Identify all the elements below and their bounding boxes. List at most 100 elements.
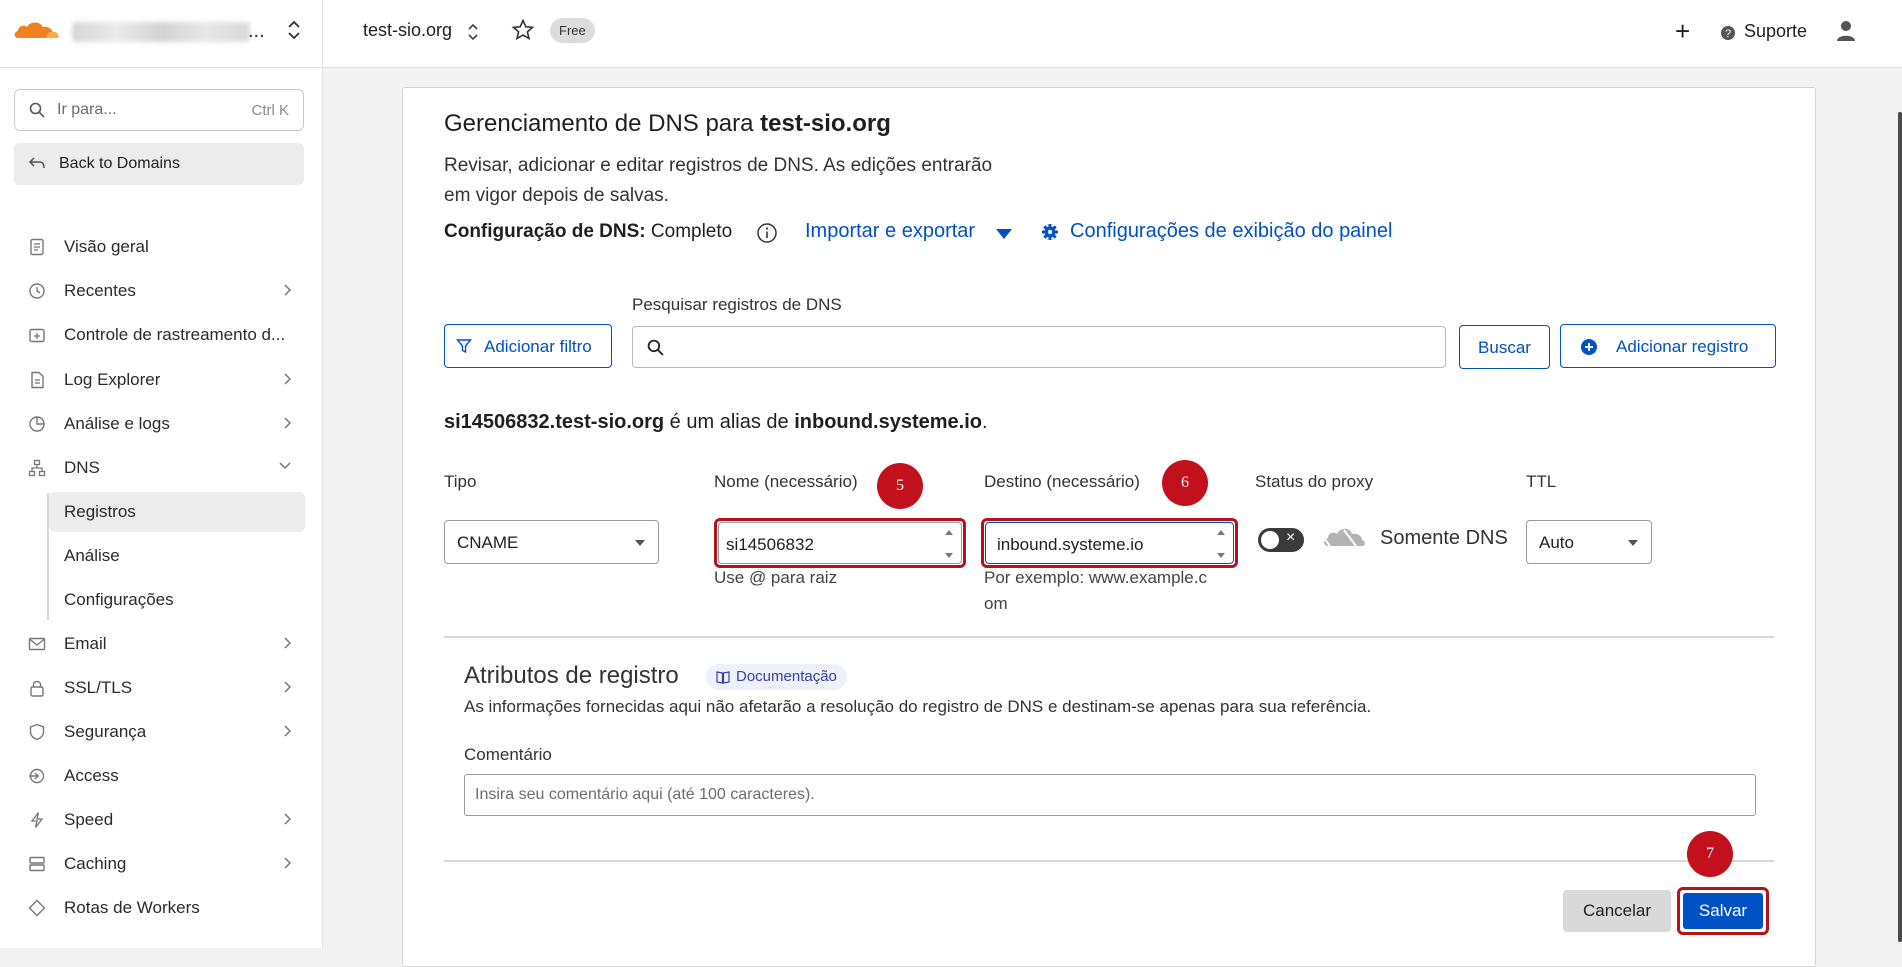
type-label: Tipo: [444, 472, 477, 491]
star-icon[interactable]: [511, 18, 535, 42]
sidebar-subitem-records[interactable]: Registros: [49, 492, 305, 532]
sidebar-subitem-settings[interactable]: Configurações: [49, 580, 305, 620]
step-marker-5: 5: [877, 463, 923, 509]
sidebar-item-overview[interactable]: Visão geral: [26, 227, 306, 267]
account-name-blurred[interactable]: [72, 22, 250, 42]
target-hint-line1: Por exemplo: www.example.c: [984, 568, 1207, 587]
cancel-button[interactable]: Cancelar: [1563, 890, 1671, 932]
sidebar-item-email[interactable]: Email: [26, 624, 306, 664]
user-icon[interactable]: [1836, 20, 1856, 42]
sidebar-item-workers-routes[interactable]: Rotas de Workers: [26, 888, 306, 928]
alias-connector: é um alias de: [664, 411, 795, 433]
search-icon: [29, 102, 45, 118]
type-select[interactable]: CNAME: [444, 520, 659, 564]
step-marker-7: 7: [1687, 831, 1733, 877]
name-hint: Use @ para raiz: [714, 568, 838, 587]
sidebar-item-ssl-tls[interactable]: SSL/TLS: [26, 668, 306, 708]
target-label: Destino (necessário): [984, 472, 1140, 491]
search-records-label: Pesquisar registros de DNS: [632, 295, 842, 314]
chevron-right-icon: [284, 813, 292, 825]
sidebar-item-label: Segurança: [64, 722, 147, 741]
chevron-down-icon: [279, 462, 291, 470]
sidebar-item-security[interactable]: Segurança: [26, 712, 306, 752]
sidebar-subitem-analytics[interactable]: Análise: [49, 536, 305, 576]
filter-icon: [456, 339, 472, 354]
add-record-button[interactable]: Adicionar registro: [1560, 324, 1776, 368]
sidebar-item-analytics-logs[interactable]: Análise e logs: [26, 404, 306, 444]
back-to-domains-button[interactable]: Back to Domains: [14, 143, 304, 185]
shield-icon: [29, 723, 45, 741]
name-label: Nome (necessário): [714, 472, 858, 491]
save-button-highlight: Salvar: [1677, 887, 1769, 935]
network-icon: [28, 459, 46, 477]
target-value: inbound.systeme.io: [997, 535, 1144, 554]
goto-search[interactable]: Ir para... Ctrl K: [14, 89, 304, 131]
proxy-toggle[interactable]: ×: [1258, 528, 1304, 552]
chevron-right-icon: [284, 725, 292, 737]
title-prefix: Gerenciamento de DNS para: [444, 110, 761, 137]
search-button[interactable]: Buscar: [1459, 325, 1550, 369]
sidebar-item-label: Caching: [64, 854, 127, 873]
sidebar-item-caching[interactable]: Caching: [26, 844, 306, 884]
sidebar-item-access[interactable]: Access: [26, 756, 306, 796]
ttl-value: Auto: [1539, 533, 1574, 552]
search-records-field[interactable]: [632, 326, 1446, 368]
zone-name[interactable]: test-sio.org: [363, 20, 452, 41]
search-records-input[interactable]: [673, 333, 1433, 361]
dashboard-display-settings-link[interactable]: Configurações de exibição do painel: [1070, 220, 1392, 243]
sidebar-item-label: Recentes: [64, 281, 136, 300]
record-attributes-title: Atributos de registro: [464, 662, 679, 689]
sidebar-item-label: Log Explorer: [64, 370, 161, 389]
dns-management-card: Gerenciamento de DNS para test-sio.org R…: [402, 87, 1816, 967]
gear-icon[interactable]: [1041, 223, 1059, 241]
ttl-select[interactable]: Auto: [1526, 520, 1652, 564]
goto-placeholder: Ir para...: [57, 101, 117, 118]
caret-down-icon[interactable]: [995, 228, 1013, 240]
zone-switch-icon[interactable]: [467, 22, 479, 42]
add-filter-label: Adicionar filtro: [484, 337, 592, 356]
cloud-icon: [1323, 528, 1365, 547]
account-switch-icon[interactable]: [286, 18, 302, 42]
record-attributes-description: As informações fornecidas aqui não afeta…: [464, 697, 1372, 716]
info-icon[interactable]: [756, 222, 778, 244]
import-export-link[interactable]: Importar e exportar: [805, 220, 975, 243]
sidebar-item-speed[interactable]: Speed: [26, 800, 306, 840]
save-button[interactable]: Salvar: [1683, 893, 1763, 929]
dns-setup-status: Configuração de DNS: Completo: [444, 221, 732, 243]
sidebar-item-dns[interactable]: DNS: [26, 448, 306, 488]
add-filter-button[interactable]: Adicionar filtro: [444, 324, 612, 368]
step-marker-6: 6: [1162, 460, 1208, 506]
back-label: Back to Domains: [59, 155, 180, 172]
name-input[interactable]: si14506832: [718, 522, 962, 564]
target-input[interactable]: inbound.systeme.io: [985, 522, 1234, 564]
alias-summary: si14506832.test-sio.org é um alias de in…: [444, 411, 988, 434]
sidebar-item-log-explorer[interactable]: Log Explorer: [26, 360, 306, 400]
add-plus-icon[interactable]: +: [1675, 16, 1690, 47]
caret-down-icon: [1628, 540, 1638, 546]
support-menu[interactable]: Suporte: [1744, 21, 1807, 42]
chevron-right-icon: [284, 417, 292, 429]
log-document-icon: [31, 371, 44, 389]
comment-label: Comentário: [464, 745, 552, 764]
proxy-status-label: Status do proxy: [1255, 472, 1374, 491]
plan-badge: Free: [550, 18, 595, 43]
sidebar: ... Ir para... Ctrl K Back to Domains Vi…: [0, 0, 323, 948]
section-divider: [444, 636, 1774, 638]
section-divider: [444, 860, 1774, 862]
sidebar-item-label: Access: [64, 766, 119, 785]
sidebar-item-label: Speed: [64, 810, 114, 829]
comment-input[interactable]: [475, 783, 1735, 807]
target-hint-line2: om: [984, 594, 1008, 613]
help-icon: ?: [1721, 26, 1735, 40]
subitem-label: Análise: [64, 546, 120, 565]
alias-name: si14506832.test-sio.org: [444, 411, 665, 433]
sidebar-item-label: Rotas de Workers: [64, 898, 200, 917]
cloudflare-logo[interactable]: [12, 18, 60, 42]
sidebar-item-tracking-control[interactable]: Controle de rastreamento d...: [26, 315, 306, 355]
search-icon: [647, 339, 664, 356]
sidebar-item-recent[interactable]: Recentes: [26, 271, 306, 311]
page-scrollbar[interactable]: [1898, 112, 1902, 942]
title-domain: test-sio.org: [760, 110, 891, 137]
documentation-link[interactable]: Documentação: [706, 664, 847, 690]
comment-field[interactable]: [464, 774, 1756, 816]
